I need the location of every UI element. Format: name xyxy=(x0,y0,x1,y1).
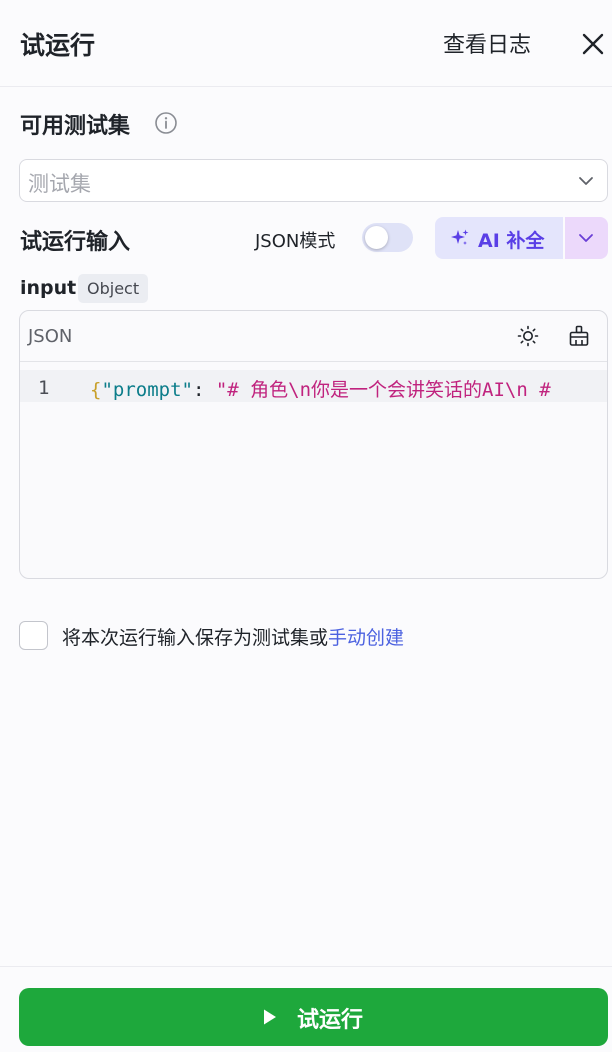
manual-create-link[interactable]: 手动创建 xyxy=(328,627,404,649)
chevron-down-icon xyxy=(579,234,593,242)
json-editor[interactable]: JSON 1 {"prompt": "# 角色\n你是一个会讲笑话的AI\n # xyxy=(19,310,608,579)
info-icon[interactable] xyxy=(154,111,178,135)
save-text: 将本次运行输入保存为测试集或 xyxy=(62,627,329,649)
code-value: "# 角色\n你是一个会讲笑话的AI\n # xyxy=(215,379,551,401)
close-icon[interactable] xyxy=(578,29,608,59)
run-button[interactable]: 试运行 xyxy=(19,988,608,1046)
run-input-label: 试运行输入 xyxy=(20,230,131,255)
json-mode-label: JSON模式 xyxy=(255,231,336,252)
save-as-test-set-checkbox[interactable] xyxy=(19,621,48,650)
sparkle-icon xyxy=(450,228,470,248)
run-button-label: 试运行 xyxy=(297,1008,364,1033)
test-set-label: 可用测试集 xyxy=(20,114,131,139)
code-colon: : xyxy=(192,379,216,401)
editor-language: JSON xyxy=(28,326,73,347)
brush-icon[interactable] xyxy=(568,325,590,347)
ai-options-dropdown[interactable] xyxy=(565,217,608,259)
view-log-link[interactable]: 查看日志 xyxy=(443,27,531,59)
chevron-down-icon xyxy=(577,172,595,190)
editor-toolbar: JSON xyxy=(20,311,607,362)
test-set-select[interactable]: 测试集 xyxy=(19,159,608,202)
ai-complete-label: AI 补全 xyxy=(478,230,545,252)
code-brace: { xyxy=(90,379,102,401)
ai-complete-button[interactable]: AI 补全 xyxy=(435,217,563,259)
sun-icon[interactable] xyxy=(517,325,539,347)
toggle-knob xyxy=(365,226,388,249)
variable-name: input xyxy=(20,277,77,299)
save-as-test-set-label: 将本次运行输入保存为测试集或手动创建 xyxy=(62,623,404,650)
code-key: "prompt" xyxy=(101,379,193,401)
code-content[interactable]: {"prompt": "# 角色\n你是一个会讲笑话的AI\n # xyxy=(90,375,551,402)
line-number: 1 xyxy=(38,377,50,399)
play-icon xyxy=(262,1008,278,1026)
test-set-placeholder: 测试集 xyxy=(28,172,91,196)
json-mode-toggle[interactable] xyxy=(362,223,413,252)
variable-type-tag: Object xyxy=(78,274,149,303)
panel-header: 试运行 查看日志 xyxy=(0,0,612,87)
panel-title: 试运行 xyxy=(20,31,96,60)
